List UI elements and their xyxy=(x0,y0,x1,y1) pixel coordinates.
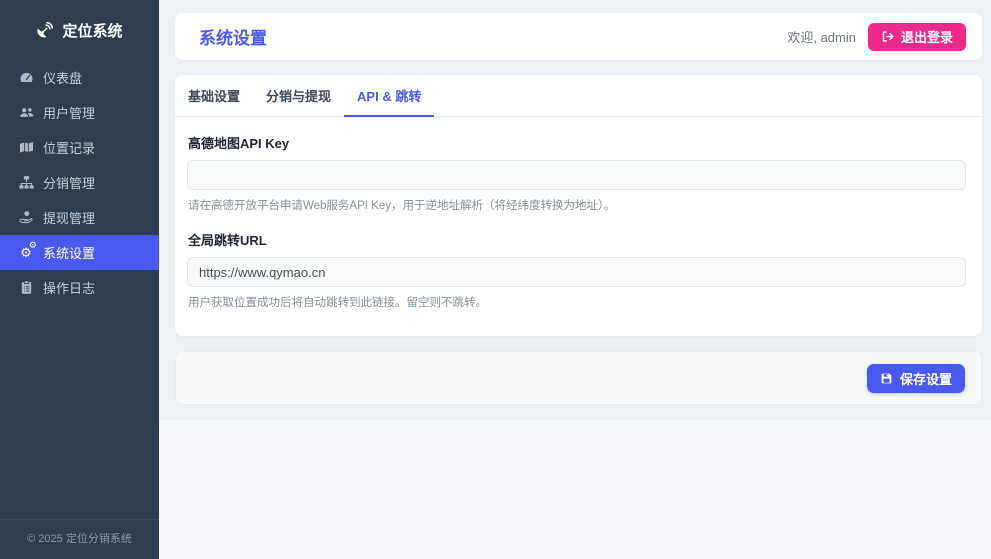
top-header: 系统设置 欢迎, admin 退出登录 xyxy=(175,13,982,60)
sidebar-item-locations[interactable]: 位置记录 xyxy=(0,130,159,165)
users-icon xyxy=(18,105,34,120)
sidebar: 定位系统 仪表盘 xyxy=(0,0,159,559)
sidebar-item-withdrawals[interactable]: 提现管理 xyxy=(0,200,159,235)
map-icon xyxy=(18,140,34,155)
gears-icon: ⚙⚙ xyxy=(18,246,34,259)
sidebar-item-label: 系统设置 xyxy=(43,243,95,262)
global-redirect-url-help: 用户获取位置成功后将自动跳转到此链接。留空则不跳转。 xyxy=(188,294,966,310)
sidebar-item-users[interactable]: 用户管理 xyxy=(0,95,159,130)
tab-api-redirect[interactable]: API & 跳转 xyxy=(344,75,434,117)
hand-coin-icon xyxy=(18,210,34,225)
amap-api-key-help: 请在高德开放平台申请Web服务API Key，用于逆地址解析（将经纬度转换为地址… xyxy=(188,197,966,213)
sidebar-nav: 仪表盘 用户管理 xyxy=(0,60,159,305)
app: 定位系统 仪表盘 xyxy=(0,0,991,559)
settings-form: 高德地图API Key 请在高德开放平台申请Web服务API Key，用于逆地址… xyxy=(175,117,982,336)
sidebar-item-label: 用户管理 xyxy=(43,103,95,122)
brand-name: 定位系统 xyxy=(62,20,122,41)
save-settings-button[interactable]: 保存设置 xyxy=(867,364,965,393)
amap-api-key-label: 高德地图API Key xyxy=(188,133,966,152)
main-area: 系统设置 欢迎, admin 退出登录 xyxy=(159,0,991,559)
tab-distribution-withdrawal[interactable]: 分销与提现 xyxy=(253,75,344,117)
save-icon xyxy=(880,372,893,385)
sidebar-item-label: 操作日志 xyxy=(43,278,95,297)
logout-button[interactable]: 退出登录 xyxy=(868,23,966,51)
sidebar-item-label: 仪表盘 xyxy=(43,68,82,87)
sidebar-item-distribution[interactable]: 分销管理 xyxy=(0,165,159,200)
welcome-text: 欢迎, admin xyxy=(787,27,856,46)
content-wrap: 系统设置 欢迎, admin 退出登录 xyxy=(159,0,991,420)
sign-out-icon xyxy=(881,30,894,43)
sidebar-item-label: 提现管理 xyxy=(43,208,95,227)
amap-api-key-input[interactable] xyxy=(187,160,966,190)
field-global-redirect-url: 全局跳转URL 用户获取位置成功后将自动跳转到此链接。留空则不跳转。 xyxy=(187,230,966,310)
sidebar-item-dashboard[interactable]: 仪表盘 xyxy=(0,60,159,95)
sitemap-icon xyxy=(18,175,34,190)
save-settings-label: 保存设置 xyxy=(900,369,952,388)
settings-card: 基础设置 分销与提现 API & 跳转 高德地图API Key 请在高德开放平台… xyxy=(175,75,982,336)
sidebar-footer: © 2025 定位分销系统 xyxy=(0,519,159,559)
tab-bar: 基础设置 分销与提现 API & 跳转 xyxy=(175,75,982,117)
sidebar-item-settings[interactable]: ⚙⚙ 系统设置 xyxy=(0,235,159,270)
satellite-dish-icon xyxy=(36,22,53,39)
global-redirect-url-input[interactable] xyxy=(187,257,966,287)
global-redirect-url-label: 全局跳转URL xyxy=(188,230,966,249)
header-right: 欢迎, admin 退出登录 xyxy=(787,23,966,51)
sidebar-item-label: 位置记录 xyxy=(43,138,95,157)
field-amap-api-key: 高德地图API Key 请在高德开放平台申请Web服务API Key，用于逆地址… xyxy=(187,133,966,213)
sidebar-item-logs[interactable]: 操作日志 xyxy=(0,270,159,305)
form-footer: 保存设置 xyxy=(175,351,982,405)
page-title: 系统设置 xyxy=(199,24,267,49)
tab-basic-settings[interactable]: 基础设置 xyxy=(175,75,253,117)
logout-label: 退出登录 xyxy=(901,27,953,46)
sidebar-item-label: 分销管理 xyxy=(43,173,95,192)
clipboard-icon xyxy=(18,280,34,295)
brand: 定位系统 xyxy=(0,0,159,60)
gauge-icon xyxy=(18,70,34,85)
